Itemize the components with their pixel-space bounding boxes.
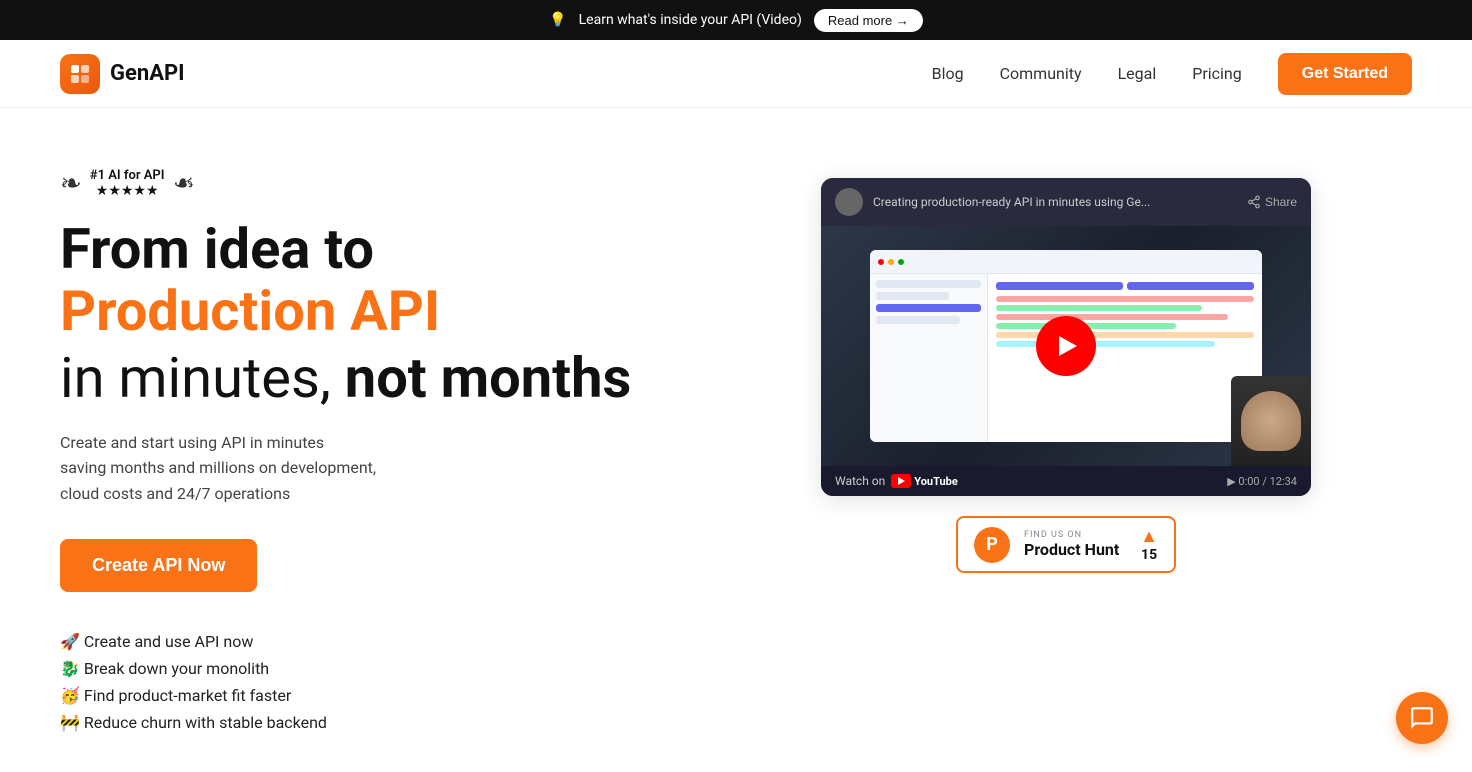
read-more-button[interactable]: Read more →: [814, 9, 923, 32]
laurel-left: ❧: [60, 169, 82, 199]
nav-blog[interactable]: Blog: [932, 64, 964, 83]
video-avatar: [835, 188, 863, 216]
product-hunt-name: Product Hunt: [1024, 540, 1119, 559]
video-controls: ▶ 0:00 / 12:34: [1227, 475, 1297, 488]
award-stars: ★★★★★: [90, 183, 165, 199]
hero-description: Create and start using API in minutes sa…: [60, 430, 660, 507]
award-badge: ❧ #1 AI for API ★★★★★ ❧: [60, 168, 660, 199]
vote-count: 15: [1141, 547, 1157, 563]
youtube-logo: YouTube: [891, 474, 958, 488]
product-hunt-votes: ▲ 15: [1140, 526, 1158, 563]
product-hunt-badge[interactable]: P FIND US ON Product Hunt ▲ 15: [956, 516, 1176, 573]
headline-orange: Production API: [60, 281, 660, 343]
video-footer: Watch on YouTube ▶ 0:00 / 12:34: [821, 466, 1311, 496]
share-label: Share: [1265, 195, 1297, 209]
chat-button[interactable]: [1396, 692, 1448, 744]
feature-item-2: 🐉 Break down your monolith: [60, 659, 660, 678]
logo[interactable]: GenAPI: [60, 54, 185, 94]
hero-left: ❧ #1 AI for API ★★★★★ ❧ From idea to Pro…: [60, 168, 660, 732]
vote-arrow: ▲: [1140, 526, 1158, 547]
headline-line1: From idea to: [60, 216, 374, 282]
headline-line3-bold: not months: [345, 345, 631, 411]
laurel-right: ❧: [173, 169, 195, 199]
banner-icon: 💡: [549, 12, 566, 28]
banner-text: Learn what's inside your API (Video): [579, 12, 802, 28]
get-started-button[interactable]: Get Started: [1278, 53, 1412, 95]
logo-text: GenAPI: [110, 61, 185, 86]
product-hunt-text: FIND US ON Product Hunt: [1024, 530, 1119, 559]
nav-links: Blog Community Legal Pricing Get Started: [932, 53, 1412, 95]
award-title: #1 AI for API: [90, 168, 165, 183]
feature-item-1: 🚀 Create and use API now: [60, 632, 660, 651]
watch-on: Watch on YouTube: [835, 474, 958, 488]
youtube-icon: [891, 474, 911, 488]
video-title: Creating production-ready API in minutes…: [873, 195, 1247, 209]
award-text: #1 AI for API ★★★★★: [90, 168, 165, 199]
product-hunt-find: FIND US ON: [1024, 530, 1119, 540]
hero-section: ❧ #1 AI for API ★★★★★ ❧ From idea to Pro…: [0, 108, 1472, 772]
nav-pricing[interactable]: Pricing: [1192, 64, 1242, 83]
headline: From idea to Production API in minutes, …: [60, 219, 660, 410]
share-button[interactable]: Share: [1247, 195, 1297, 209]
navbar: GenAPI Blog Community Legal Pricing Get …: [0, 40, 1472, 108]
feature-list: 🚀 Create and use API now 🐉 Break down yo…: [60, 632, 660, 732]
logo-icon: [60, 54, 100, 94]
product-hunt-logo: P: [974, 527, 1010, 563]
play-button[interactable]: [1036, 316, 1096, 376]
feature-item-3: 🥳 Find product-market fit faster: [60, 686, 660, 705]
youtube-text: YouTube: [914, 475, 958, 488]
headline-line3-normal: in minutes,: [60, 345, 345, 411]
feature-item-4: 🚧 Reduce churn with stable backend: [60, 713, 660, 732]
watch-on-label: Watch on: [835, 474, 885, 488]
video-container[interactable]: Creating production-ready API in minutes…: [821, 178, 1311, 496]
nav-legal[interactable]: Legal: [1118, 64, 1157, 83]
desc-line1: Create and start using API in minutes: [60, 433, 324, 452]
video-header: Creating production-ready API in minutes…: [821, 178, 1311, 226]
video-body: [821, 226, 1311, 466]
play-button-overlay[interactable]: [821, 226, 1311, 466]
top-banner: 💡 Learn what's inside your API (Video) R…: [0, 0, 1472, 40]
nav-community[interactable]: Community: [1000, 64, 1082, 83]
desc-line3: cloud costs and 24/7 operations: [60, 484, 290, 503]
desc-line2: saving months and millions on developmen…: [60, 458, 376, 477]
create-api-button[interactable]: Create API Now: [60, 539, 257, 592]
chat-icon: [1409, 705, 1435, 731]
hero-right: Creating production-ready API in minutes…: [720, 168, 1412, 573]
